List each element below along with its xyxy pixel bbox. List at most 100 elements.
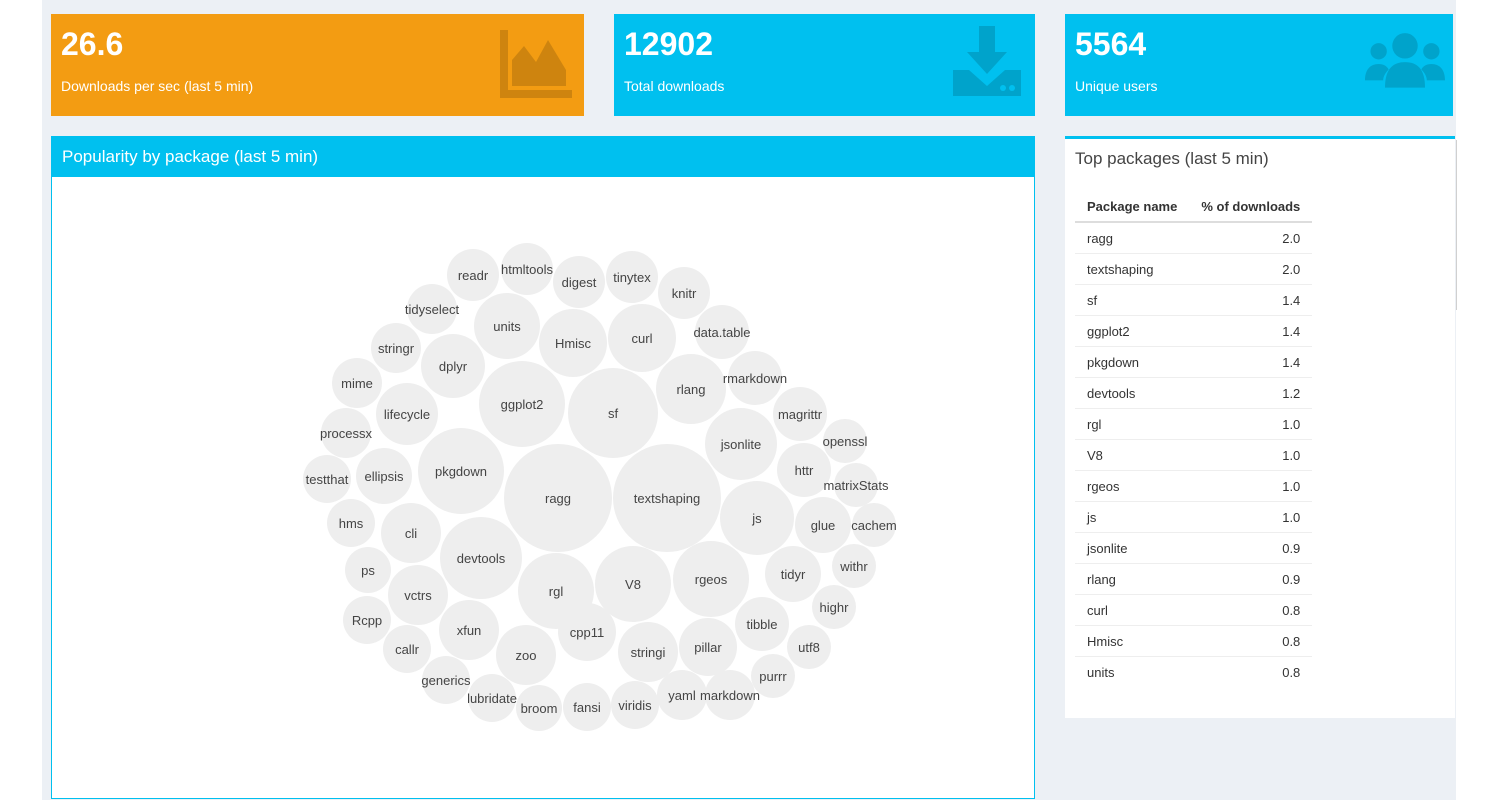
table-row: curl 0.8 (1075, 594, 1313, 626)
percent-cell: 0.9 (1189, 563, 1313, 595)
bubble-readr: readr (447, 249, 499, 301)
bubble-label: mime (341, 376, 373, 391)
bubble-xfun: xfun (439, 600, 499, 660)
package-name-cell: pkgdown (1075, 346, 1190, 378)
table-row: sf 1.4 (1075, 284, 1313, 316)
bubble-cli: cli (381, 503, 441, 563)
bubble-label: tidyr (781, 567, 806, 582)
table-row: rgeos 1.0 (1075, 470, 1313, 502)
bubble-label: rmarkdown (723, 371, 787, 386)
bubble-cachem: cachem (851, 503, 897, 547)
bubble-htmltools: htmltools (501, 243, 554, 295)
percent-cell: 1.2 (1189, 377, 1313, 409)
top-packages-panel: Top packages (last 5 min) Package name %… (1065, 136, 1455, 718)
bubble-digest: digest (553, 256, 605, 308)
percent-cell: 1.0 (1189, 501, 1313, 533)
bubble-openssl: openssl (823, 419, 868, 463)
percent-cell: 1.4 (1189, 315, 1313, 347)
bubble-fansi: fansi (563, 683, 611, 731)
bubble-label: textshaping (634, 491, 701, 506)
bubble-label: pillar (694, 640, 722, 655)
bubble-mime: mime (332, 358, 382, 408)
table-row: js 1.0 (1075, 501, 1313, 533)
bubble-label: cpp11 (570, 625, 604, 640)
bubble-label: dplyr (439, 359, 468, 374)
bubble-label: glue (811, 518, 836, 533)
bubble-vctrs: vctrs (388, 565, 448, 625)
bubble-testthat: testthat (303, 455, 351, 503)
package-name-cell: rgl (1075, 408, 1190, 440)
percent-cell: 0.9 (1189, 532, 1313, 564)
bubble-label: js (751, 511, 762, 526)
bubble-label: stringi (631, 645, 666, 660)
bubble-label: broom (521, 701, 558, 716)
bubble-label: xfun (457, 623, 482, 638)
total-downloads-box: 12902 Total downloads (614, 14, 1035, 116)
bubble-label: processx (320, 426, 373, 441)
bubble-label: lifecycle (384, 407, 430, 422)
package-name-cell: rlang (1075, 563, 1190, 595)
bubble-label: devtools (457, 551, 506, 566)
bubble-label: curl (632, 331, 653, 346)
column-header-package: Package name (1075, 191, 1190, 223)
bubble-jsonlite: jsonlite (705, 408, 777, 480)
left-gutter (0, 0, 42, 800)
top-packages-title: Top packages (last 5 min) (1075, 149, 1269, 168)
bubble-stringi: stringi (618, 622, 678, 682)
bubble-label: V8 (625, 577, 641, 592)
bubble-label: sf (608, 406, 619, 421)
table-row: textshaping 2.0 (1075, 253, 1313, 285)
bubble-tidyselect: tidyselect (405, 284, 460, 334)
bubble-units: units (474, 293, 540, 359)
bubble-label: ragg (545, 491, 571, 506)
bubble-tibble: tibble (735, 597, 789, 651)
bubble-rmarkdown: rmarkdown (723, 351, 787, 405)
package-name-cell: Hmisc (1075, 625, 1190, 657)
bubble-label: magrittr (778, 407, 823, 422)
package-name-cell: jsonlite (1075, 532, 1190, 564)
unique-users-value: 5564 (1075, 26, 1147, 62)
bubble-tinytex: tinytex (606, 251, 658, 303)
bubble-label: cachem (851, 518, 897, 533)
percent-cell: 0.8 (1189, 594, 1313, 626)
bubble-label: markdown (700, 688, 760, 703)
bubble-label: ellipsis (364, 469, 404, 484)
bubble-data-table: data.table (693, 305, 751, 359)
table-row: ggplot2 1.4 (1075, 315, 1313, 347)
package-name-cell: units (1075, 656, 1190, 687)
bubble-label: Hmisc (555, 336, 592, 351)
bubble-Hmisc: Hmisc (539, 309, 607, 377)
bubble-rlang: rlang (656, 354, 726, 424)
table-row: rgl 1.0 (1075, 408, 1313, 440)
package-name-cell: sf (1075, 284, 1190, 316)
package-name-cell: curl (1075, 594, 1190, 626)
percent-cell: 0.8 (1189, 656, 1313, 687)
bubble-generics: generics (421, 656, 471, 704)
bubble-sf: sf (568, 368, 658, 458)
table-row: devtools 1.2 (1075, 377, 1313, 409)
bubble-label: tidyselect (405, 302, 460, 317)
unique-users-box: 5564 Unique users (1065, 14, 1453, 116)
percent-cell: 1.0 (1189, 470, 1313, 502)
bubble-knitr: knitr (658, 267, 710, 319)
unique-users-label: Unique users (1075, 78, 1158, 94)
package-name-cell: js (1075, 501, 1190, 533)
package-name-cell: rgeos (1075, 470, 1190, 502)
bubble-purrr: purrr (751, 654, 795, 698)
package-name-cell: devtools (1075, 377, 1190, 409)
percent-cell: 2.0 (1189, 221, 1313, 254)
table-row: units 0.8 (1075, 656, 1313, 687)
bubble-label: tinytex (613, 270, 651, 285)
bubble-label: htmltools (501, 262, 554, 277)
bubble-tidyr: tidyr (765, 546, 821, 602)
bubble-hms: hms (327, 499, 375, 547)
bubble-rgeos: rgeos (673, 541, 749, 617)
bubble-label: hms (339, 516, 364, 531)
package-name-cell: ggplot2 (1075, 315, 1190, 347)
top-packages-table: Package name % of downloads ragg 2.0 texts… (1075, 191, 1313, 687)
bubble-label: lubridate (467, 691, 517, 706)
bubble-Rcpp: Rcpp (343, 596, 391, 644)
popularity-panel: Popularity by package (last 5 min) ragg t… (51, 136, 1035, 799)
bubble-label: fansi (573, 700, 601, 715)
table-row: pkgdown 1.4 (1075, 346, 1313, 378)
